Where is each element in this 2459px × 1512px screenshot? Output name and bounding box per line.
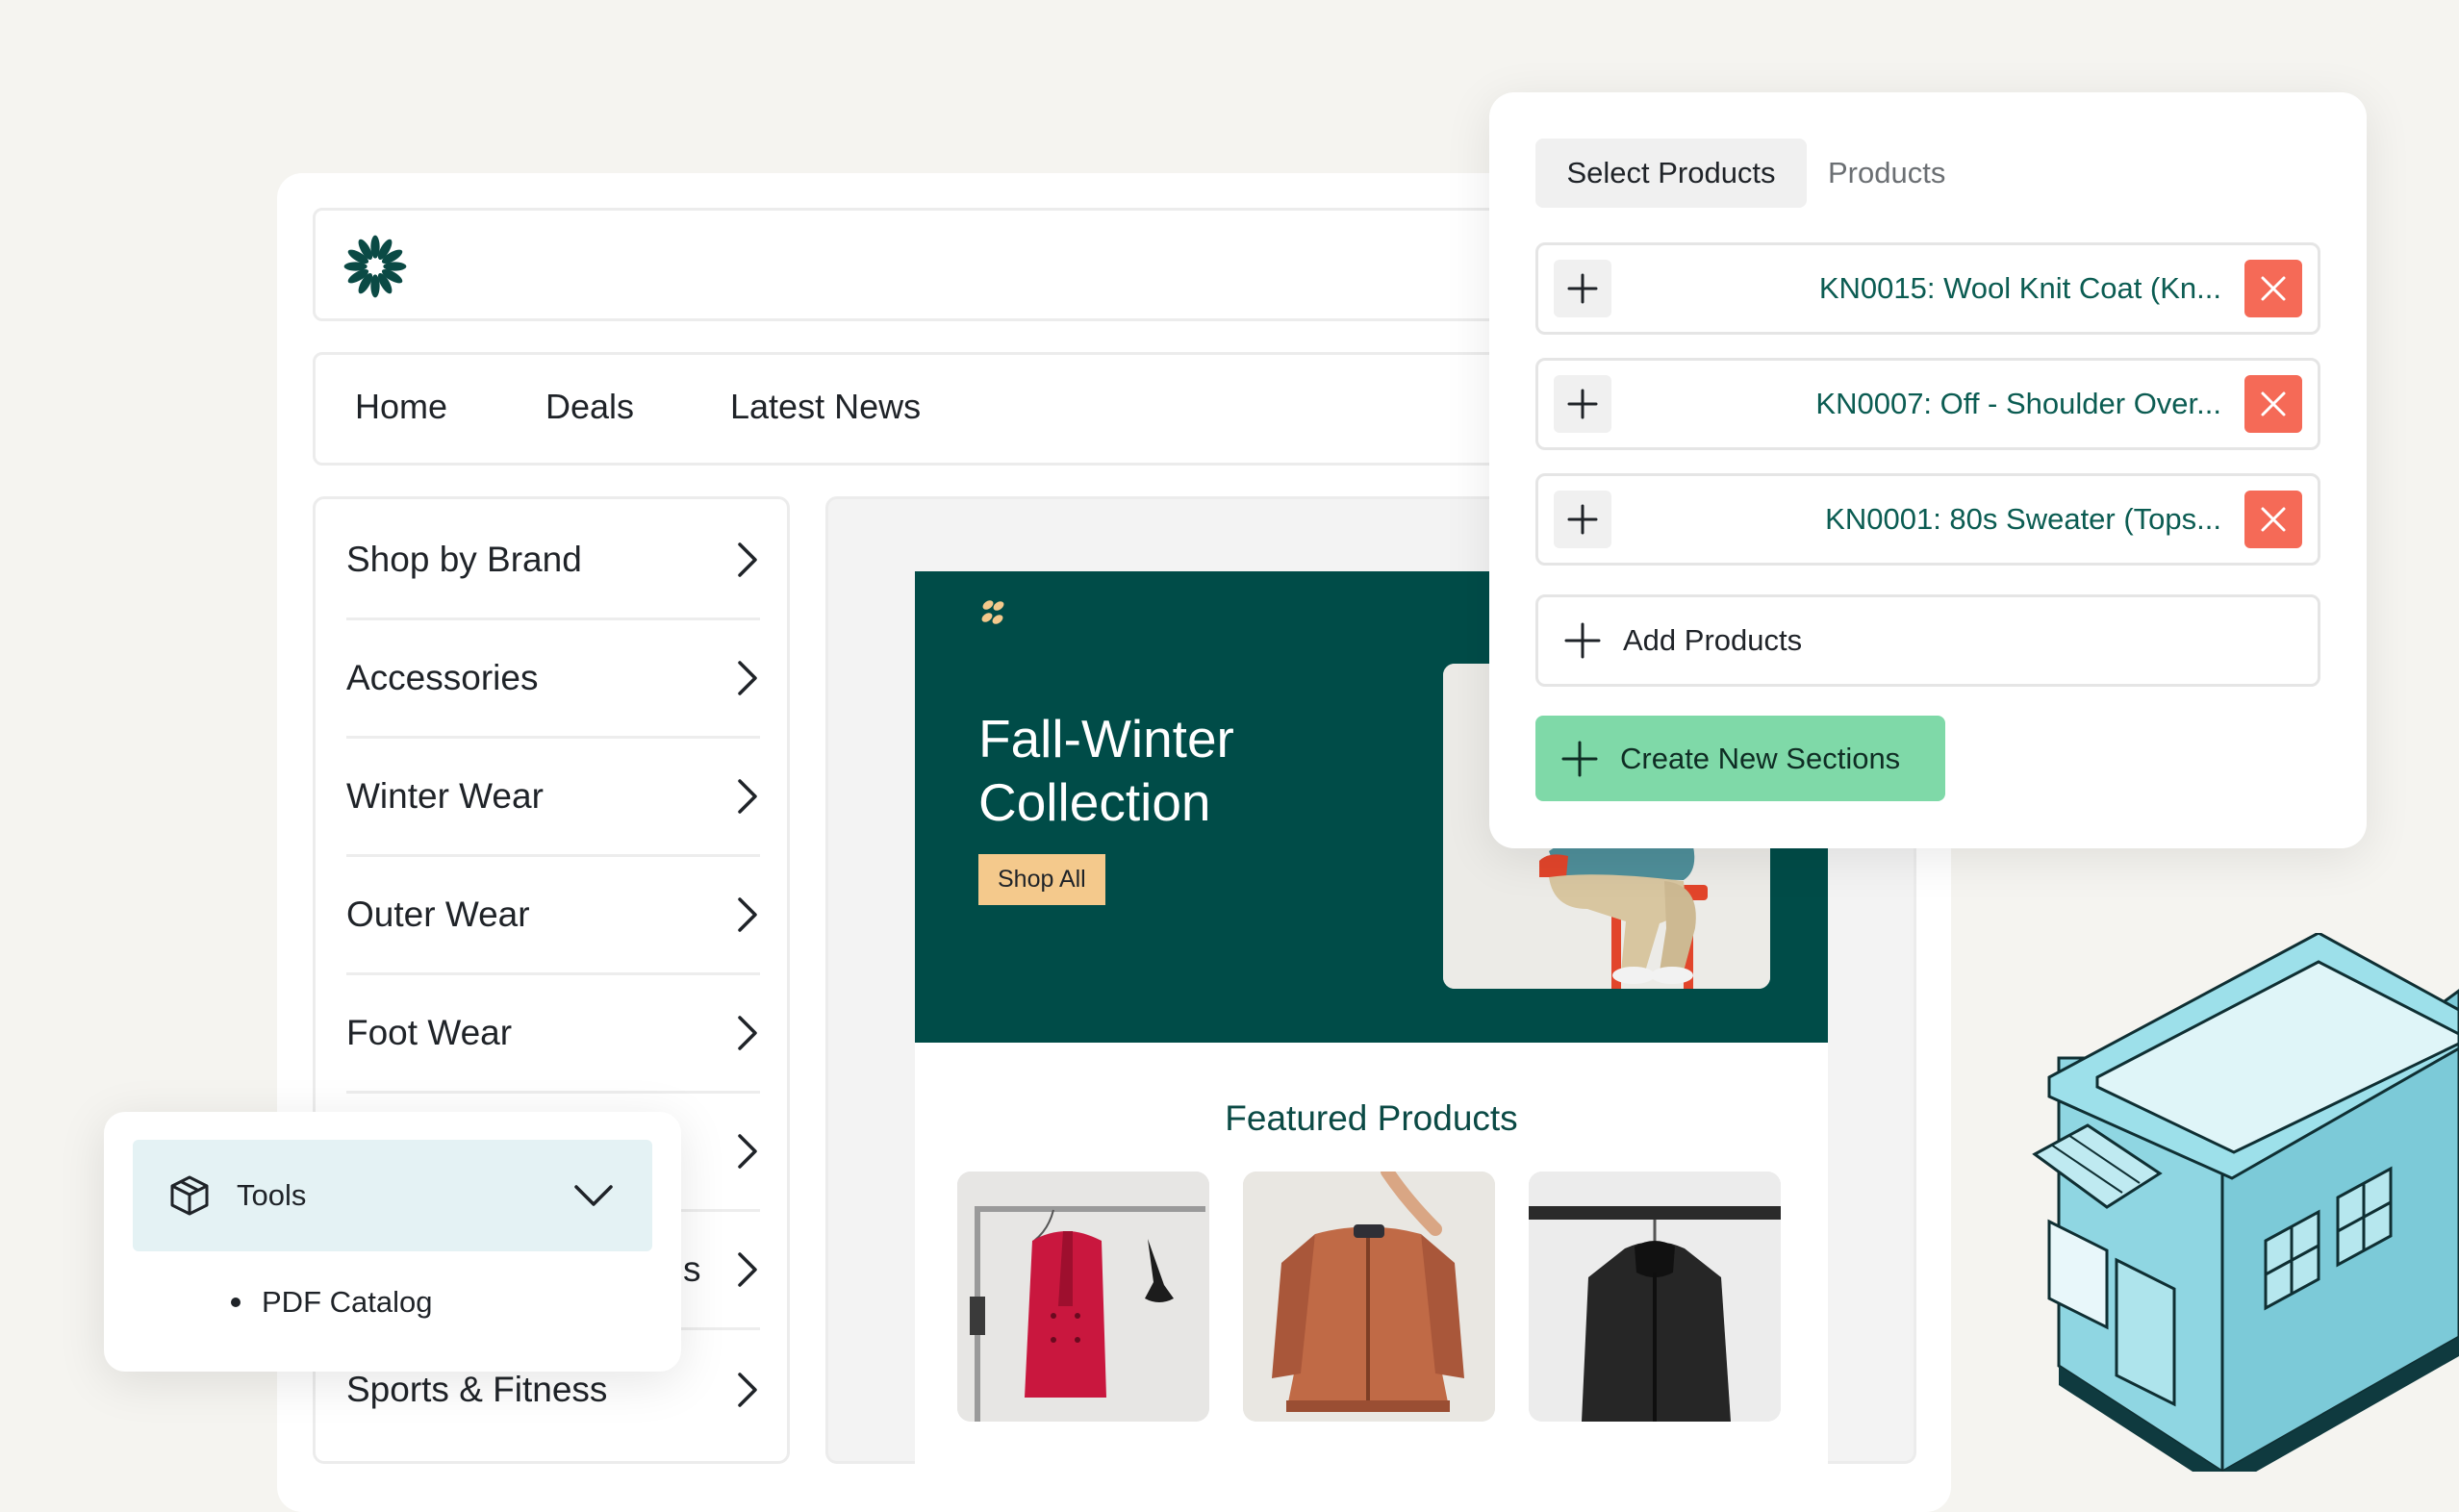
category-item[interactable]: Accessories [346,620,760,739]
create-new-sections-label: Create New Sections [1620,741,1901,775]
category-item[interactable]: Outer Wear [346,857,760,975]
close-icon [2261,507,2286,532]
chevron-right-icon [738,1252,757,1287]
chevron-right-icon [738,779,757,814]
selected-product-row: KN0001: 80s Sweater (Tops... [1535,473,2320,566]
tools-item-pdf-catalog[interactable]: PDF Catalog [231,1285,432,1320]
category-item[interactable]: Winter Wear [346,739,760,857]
selected-product-row: KN0015: Wool Knit Coat (Kn... [1535,242,2320,335]
chevron-right-icon [738,661,757,695]
expand-button[interactable] [1554,375,1611,433]
hero-title: Fall-Winter Collection [978,709,1234,832]
tab-products[interactable]: Products [1828,139,1945,208]
tools-item-label: PDF Catalog [262,1285,433,1319]
product-image-bomber-jacket[interactable] [1243,1172,1495,1422]
category-item[interactable]: Shop by Brand [346,502,760,620]
category-label: Sports & Fitness [346,1369,608,1409]
plus-icon [1564,622,1601,659]
create-new-sections-button[interactable]: Create New Sections [1535,716,1945,801]
selected-product-row: KN0007: Off - Shoulder Over... [1535,358,2320,450]
plus-icon [1567,389,1598,419]
tools-label: Tools [237,1178,307,1212]
category-label: Shop by Brand [346,540,582,579]
category-label: Foot Wear [346,1013,513,1052]
add-products-button[interactable]: Add Products [1535,594,2320,687]
swirl-mark-icon [981,600,1004,624]
plus-icon [1561,741,1598,776]
expand-button[interactable] [1554,491,1611,548]
tools-dropdown-toggle[interactable]: Tools [133,1140,652,1251]
tab-select-products[interactable]: Select Products [1535,139,1807,208]
bullet [231,1298,241,1307]
remove-product-button[interactable] [2244,375,2302,433]
plus-icon [1567,504,1598,535]
product-name: KN0001: 80s Sweater (Tops... [1825,502,2221,536]
package-box-icon [170,1175,209,1216]
expand-button[interactable] [1554,260,1611,317]
chevron-right-icon [738,897,757,932]
category-label: Outer Wear [346,895,530,934]
chevron-down-icon [574,1185,613,1206]
chevron-right-icon [738,542,757,577]
product-image-red-blazer[interactable] [957,1172,1209,1422]
category-item[interactable]: Foot Wear [346,975,760,1094]
product-name: KN0007: Off - Shoulder Over... [1815,387,2221,420]
remove-product-button[interactable] [2244,491,2302,548]
plus-icon [1567,273,1598,304]
nav-item-home[interactable]: Home [355,387,447,427]
nav-item-latest-news[interactable]: Latest News [730,387,921,427]
storefront-illustration [2032,933,2459,1472]
product-name: KN0015: Wool Knit Coat (Kn... [1818,271,2221,305]
product-image-black-coat[interactable] [1529,1172,1781,1422]
shop-all-button[interactable]: Shop All [978,854,1105,905]
nav-item-deals[interactable]: Deals [545,387,634,427]
add-products-label: Add Products [1623,623,1803,657]
remove-product-button[interactable] [2244,260,2302,317]
category-label: s [683,1249,701,1289]
asterisk-flower-logo-icon[interactable] [340,231,411,302]
category-label: Accessories [346,658,539,697]
chevron-right-icon [738,1016,757,1050]
chevron-right-icon [738,1134,757,1169]
close-icon [2261,276,2286,301]
featured-products-title: Featured Products [1225,1098,1518,1138]
chevron-right-icon [738,1372,757,1407]
category-label: Winter Wear [346,776,544,816]
close-icon [2261,391,2286,416]
